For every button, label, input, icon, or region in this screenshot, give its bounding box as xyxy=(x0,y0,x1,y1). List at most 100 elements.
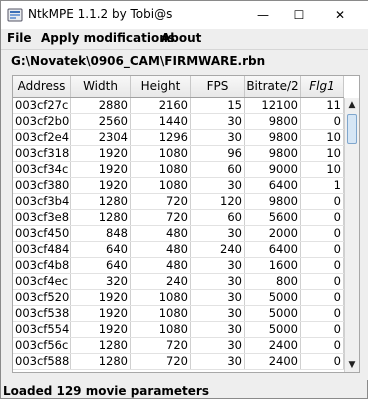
cell-address[interactable]: 003cf484 xyxy=(13,242,71,257)
table-row[interactable]: 003cf538 1920 1080 30 5000 0 xyxy=(13,306,344,322)
cell-flg1[interactable]: 10 xyxy=(301,162,344,177)
cell-bitrate[interactable]: 5000 xyxy=(245,306,301,321)
cell-height[interactable]: 2160 xyxy=(131,98,191,113)
cell-width[interactable]: 1920 xyxy=(71,178,131,193)
cell-address[interactable]: 003cf3b4 xyxy=(13,194,71,209)
cell-width[interactable]: 1920 xyxy=(71,322,131,337)
table-row[interactable]: 003cf450 848 480 30 2000 0 xyxy=(13,226,344,242)
cell-height[interactable]: 240 xyxy=(131,274,191,289)
cell-flg1[interactable]: 0 xyxy=(301,354,344,369)
cell-height[interactable]: 720 xyxy=(131,210,191,225)
cell-flg1[interactable]: 11 xyxy=(301,98,344,113)
table-row[interactable]: 003cf2e4 2304 1296 30 9800 10 xyxy=(13,130,344,146)
cell-width[interactable]: 1280 xyxy=(71,210,131,225)
cell-height[interactable]: 1080 xyxy=(131,146,191,161)
cell-fps[interactable]: 30 xyxy=(191,130,245,145)
cell-bitrate[interactable]: 9800 xyxy=(245,114,301,129)
cell-flg1[interactable]: 0 xyxy=(301,114,344,129)
title-bar[interactable]: NtkMPE 1.1.2 by Tobi@s — ☐ ✕ xyxy=(1,1,368,29)
cell-address[interactable]: 003cf538 xyxy=(13,306,71,321)
table-row[interactable]: 003cf588 1280 720 30 2400 0 xyxy=(13,354,344,370)
cell-flg1[interactable]: 0 xyxy=(301,290,344,305)
menu-file[interactable]: File xyxy=(7,31,32,45)
table-row[interactable]: 003cf520 1920 1080 30 5000 0 xyxy=(13,290,344,306)
cell-height[interactable]: 480 xyxy=(131,258,191,273)
cell-width[interactable]: 640 xyxy=(71,242,131,257)
cell-flg1[interactable]: 0 xyxy=(301,258,344,273)
cell-flg1[interactable]: 10 xyxy=(301,130,344,145)
cell-bitrate[interactable]: 9800 xyxy=(245,130,301,145)
cell-fps[interactable]: 30 xyxy=(191,274,245,289)
cell-flg1[interactable]: 0 xyxy=(301,242,344,257)
close-button[interactable]: ✕ xyxy=(319,1,361,29)
cell-width[interactable]: 1280 xyxy=(71,194,131,209)
scroll-thumb[interactable] xyxy=(347,114,357,144)
cell-address[interactable]: 003cf450 xyxy=(13,226,71,241)
column-header-address[interactable]: Address xyxy=(13,76,71,97)
scroll-down-icon[interactable]: ▼ xyxy=(345,358,359,372)
table-row[interactable]: 003cf380 1920 1080 30 6400 1 xyxy=(13,178,344,194)
cell-height[interactable]: 1296 xyxy=(131,130,191,145)
cell-height[interactable]: 480 xyxy=(131,226,191,241)
cell-address[interactable]: 003cf2e4 xyxy=(13,130,71,145)
cell-address[interactable]: 003cf4b8 xyxy=(13,258,71,273)
cell-fps[interactable]: 60 xyxy=(191,210,245,225)
cell-fps[interactable]: 30 xyxy=(191,290,245,305)
cell-height[interactable]: 720 xyxy=(131,194,191,209)
parameters-table[interactable]: Address Width Height FPS Bitrate/2 Flg1 … xyxy=(12,75,360,373)
table-row[interactable]: 003cf34c 1920 1080 60 9000 10 xyxy=(13,162,344,178)
cell-address[interactable]: 003cf2b0 xyxy=(13,114,71,129)
cell-flg1[interactable]: 0 xyxy=(301,210,344,225)
table-row[interactable]: 003cf2b0 2560 1440 30 9800 0 xyxy=(13,114,344,130)
table-row[interactable]: 003cf4b8 640 480 30 1600 0 xyxy=(13,258,344,274)
cell-fps[interactable]: 30 xyxy=(191,338,245,353)
table-row[interactable]: 003cf4ec 320 240 30 800 0 xyxy=(13,274,344,290)
table-row[interactable]: 003cf3e8 1280 720 60 5600 0 xyxy=(13,210,344,226)
maximize-button[interactable]: ☐ xyxy=(278,1,320,29)
cell-address[interactable]: 003cf34c xyxy=(13,162,71,177)
menu-apply-modifications[interactable]: Apply modifications xyxy=(41,31,175,45)
cell-address[interactable]: 003cf520 xyxy=(13,290,71,305)
cell-fps[interactable]: 30 xyxy=(191,114,245,129)
column-header-height[interactable]: Height xyxy=(131,76,191,97)
cell-flg1[interactable]: 10 xyxy=(301,146,344,161)
table-row[interactable]: 003cf484 640 480 240 6400 0 xyxy=(13,242,344,258)
cell-flg1[interactable]: 0 xyxy=(301,306,344,321)
cell-width[interactable]: 2560 xyxy=(71,114,131,129)
cell-height[interactable]: 1080 xyxy=(131,306,191,321)
cell-height[interactable]: 720 xyxy=(131,338,191,353)
cell-fps[interactable]: 240 xyxy=(191,242,245,257)
column-header-fps[interactable]: FPS xyxy=(191,76,245,97)
cell-flg1[interactable]: 0 xyxy=(301,322,344,337)
vertical-scrollbar[interactable]: ▲ ▼ xyxy=(344,98,359,372)
cell-width[interactable]: 2880 xyxy=(71,98,131,113)
cell-height[interactable]: 1080 xyxy=(131,178,191,193)
cell-height[interactable]: 480 xyxy=(131,242,191,257)
cell-width[interactable]: 1920 xyxy=(71,306,131,321)
table-row[interactable]: 003cf318 1920 1080 96 9800 10 xyxy=(13,146,344,162)
cell-bitrate[interactable]: 800 xyxy=(245,274,301,289)
cell-bitrate[interactable]: 9000 xyxy=(245,162,301,177)
cell-height[interactable]: 1080 xyxy=(131,162,191,177)
cell-height[interactable]: 1440 xyxy=(131,114,191,129)
table-row[interactable]: 003cf56c 1280 720 30 2400 0 xyxy=(13,338,344,354)
cell-width[interactable]: 1280 xyxy=(71,338,131,353)
cell-address[interactable]: 003cf4ec xyxy=(13,274,71,289)
cell-bitrate[interactable]: 1600 xyxy=(245,258,301,273)
table-row[interactable]: 003cf27c 2880 2160 15 12100 11 xyxy=(13,98,344,114)
cell-bitrate[interactable]: 5000 xyxy=(245,290,301,305)
cell-address[interactable]: 003cf56c xyxy=(13,338,71,353)
cell-bitrate[interactable]: 9800 xyxy=(245,146,301,161)
cell-height[interactable]: 720 xyxy=(131,354,191,369)
cell-address[interactable]: 003cf380 xyxy=(13,178,71,193)
table-row[interactable]: 003cf554 1920 1080 30 5000 0 xyxy=(13,322,344,338)
cell-flg1[interactable]: 0 xyxy=(301,226,344,241)
cell-bitrate[interactable]: 9800 xyxy=(245,194,301,209)
cell-flg1[interactable]: 0 xyxy=(301,338,344,353)
cell-address[interactable]: 003cf588 xyxy=(13,354,71,369)
cell-fps[interactable]: 120 xyxy=(191,194,245,209)
column-header-flg1[interactable]: Flg1 xyxy=(301,76,344,97)
cell-width[interactable]: 1920 xyxy=(71,290,131,305)
cell-height[interactable]: 1080 xyxy=(131,322,191,337)
cell-height[interactable]: 1080 xyxy=(131,290,191,305)
